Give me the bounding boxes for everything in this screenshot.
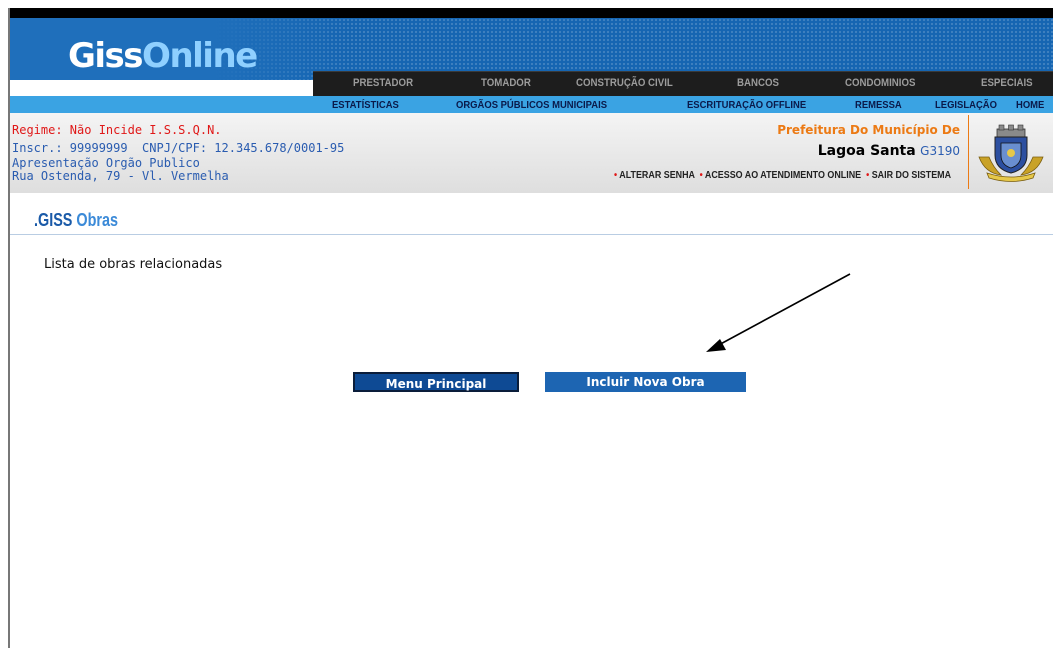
gissonline-logo[interactable]: GissOnline — [68, 36, 258, 76]
logo-text-giss: Giss — [68, 36, 144, 76]
page-frame: GissOnline PRESTADOR TOMADOR CONSTRUÇÃO … — [8, 8, 1053, 648]
annotation-arrow-icon — [706, 273, 851, 352]
logo-text-online: Online — [142, 36, 258, 76]
